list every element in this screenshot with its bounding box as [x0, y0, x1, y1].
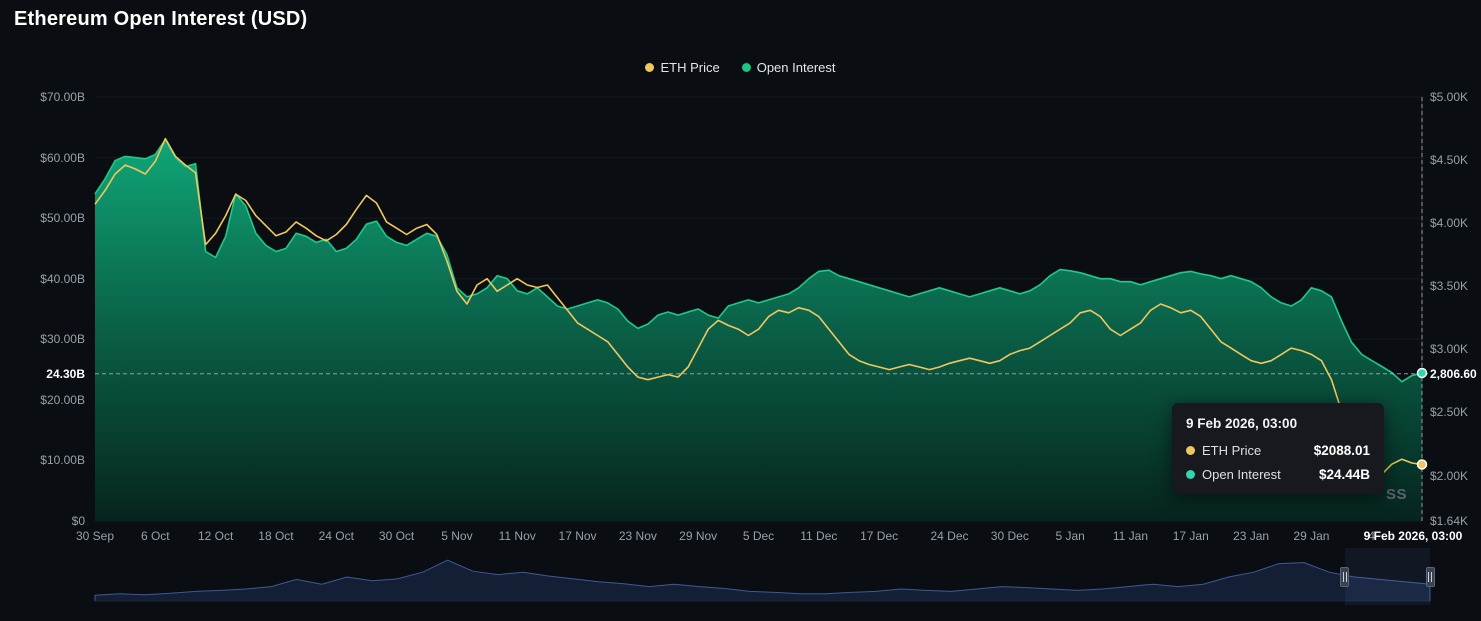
tooltip: 9 Feb 2026, 03:00 ETH Price $2088.01 Ope…	[1172, 403, 1384, 494]
watermark: SS	[1386, 486, 1407, 503]
tooltip-open-interest-value: $24.44B	[1319, 467, 1370, 482]
legend: ETH Price Open Interest	[0, 60, 1481, 75]
open-interest-legend-dot	[742, 63, 751, 72]
tooltip-open-interest-label: Open Interest	[1202, 467, 1281, 482]
eth-price-legend-label: ETH Price	[660, 60, 719, 75]
tooltip-eth-price-label: ETH Price	[1202, 443, 1261, 458]
chart-root: Ethereum Open Interest (USD) ETH Price O…	[0, 0, 1481, 621]
legend-item-eth-price[interactable]: ETH Price	[645, 60, 719, 75]
open-interest-dot	[1186, 470, 1195, 479]
navigator-handle-left[interactable]	[1340, 567, 1349, 587]
crosshair-right-label: 2,806.60	[1430, 367, 1477, 381]
crosshair-x-label: 9 Feb 2026, 03:00	[1352, 529, 1474, 543]
crosshair-left-label: 24.30B	[0, 367, 85, 381]
navigator-handle-right[interactable]	[1426, 567, 1435, 587]
navigator-minimap[interactable]	[0, 545, 1481, 615]
eth-price-legend-dot	[645, 63, 654, 72]
tooltip-row-eth-price: ETH Price $2088.01	[1186, 443, 1370, 458]
price-open-interest-chart[interactable]	[0, 0, 1481, 621]
legend-item-open-interest[interactable]: Open Interest	[742, 60, 836, 75]
open-interest-legend-label: Open Interest	[757, 60, 836, 75]
tooltip-date: 9 Feb 2026, 03:00	[1186, 416, 1370, 431]
tooltip-row-open-interest: Open Interest $24.44B	[1186, 467, 1370, 482]
tooltip-eth-price-value: $2088.01	[1314, 443, 1370, 458]
navigator-window[interactable]	[1345, 548, 1430, 605]
eth-price-dot	[1186, 446, 1195, 455]
